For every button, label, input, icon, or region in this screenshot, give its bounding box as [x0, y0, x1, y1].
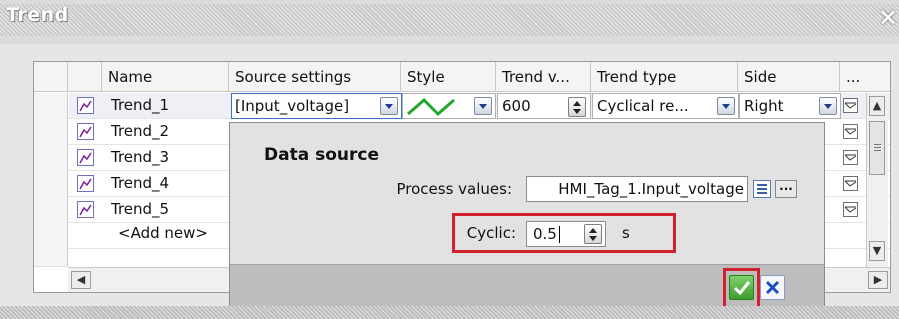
cyclic-input[interactable]: 0.5: [526, 221, 606, 247]
row-header-corner: [34, 62, 68, 92]
vertical-scrollbar[interactable]: ▲ ▼: [866, 93, 888, 267]
popup-footer: [230, 264, 824, 311]
trend-options-icon[interactable]: [843, 202, 858, 217]
cyclic-value: 0.5: [533, 225, 557, 243]
trend-type-combo[interactable]: Cyclical re...: [592, 93, 739, 119]
source-settings-value: [Input_voltage]: [235, 97, 350, 115]
side-value: Right: [744, 97, 784, 115]
process-values-label: Process values:: [396, 180, 512, 198]
trend-values-spinner[interactable]: 600: [497, 93, 591, 119]
cyclic-unit: s: [622, 224, 630, 242]
trend-type-value: Cyclical re...: [597, 97, 689, 115]
trend-name-cell[interactable]: Trend_2: [107, 119, 169, 144]
trend-options-icon[interactable]: [843, 124, 858, 139]
row-header-column: [34, 93, 68, 267]
text-cursor: [559, 226, 560, 243]
column-header-trend-values[interactable]: Trend v...: [496, 62, 591, 92]
column-header-trend-type[interactable]: Trend type: [591, 62, 738, 92]
spinner-icon[interactable]: [568, 97, 586, 117]
trend-icon: [77, 201, 94, 218]
titlebar-band: [0, 4, 899, 36]
column-header-more[interactable]: ...: [840, 62, 890, 92]
browse-icon[interactable]: ...: [775, 180, 797, 198]
scrollbar-thumb[interactable]: [869, 121, 885, 175]
column-header-source-settings[interactable]: Source settings: [229, 62, 401, 92]
trend-name-cell[interactable]: Trend_4: [107, 171, 169, 196]
process-values-value: HMI_Tag_1.Input_voltage: [558, 180, 744, 198]
dropdown-arrow-icon[interactable]: [717, 97, 735, 115]
side-combo[interactable]: Right: [739, 93, 841, 119]
trend-values-value: 600: [502, 97, 531, 115]
trend-icon: [77, 97, 94, 114]
spinner-icon[interactable]: [584, 224, 602, 244]
window-title: Trend: [6, 4, 69, 26]
close-icon[interactable]: ✕: [877, 0, 899, 36]
scroll-up-icon[interactable]: ▲: [869, 96, 885, 116]
trend-icon: [77, 149, 94, 166]
trend-name-cell[interactable]: Trend_5: [107, 197, 169, 222]
icon-column-header: [68, 62, 102, 92]
data-source-title: Data source: [264, 145, 379, 165]
trend-name-cell[interactable]: Trend_1: [107, 93, 169, 118]
trend-options-icon[interactable]: [843, 98, 858, 113]
data-source-popup: Data source Process values: HMI_Tag_1.In…: [229, 122, 825, 312]
column-header-style[interactable]: Style: [401, 62, 496, 92]
dropdown-arrow-icon[interactable]: [380, 97, 398, 115]
scroll-right-icon[interactable]: ▶: [868, 271, 888, 289]
cyclic-label: Cyclic:: [466, 224, 516, 242]
trend-options-icon[interactable]: [843, 176, 858, 191]
trend-options-icon[interactable]: [843, 150, 858, 165]
trend-name-cell[interactable]: Trend_3: [107, 145, 169, 170]
process-values-field[interactable]: HMI_Tag_1.Input_voltage: [526, 176, 748, 202]
add-new-row[interactable]: <Add new>: [114, 224, 208, 242]
window-titlebar: Trend ✕: [0, 0, 899, 44]
style-line-preview: [407, 97, 455, 117]
list-icon[interactable]: [753, 180, 771, 198]
trend-icon: [77, 175, 94, 192]
column-header-side[interactable]: Side: [738, 62, 840, 92]
bottom-status-strip: [0, 306, 899, 319]
style-combo[interactable]: [402, 93, 496, 119]
trend-icon: [77, 123, 94, 140]
column-header-name[interactable]: Name: [102, 62, 229, 92]
cancel-x-icon[interactable]: [760, 275, 785, 300]
dropdown-arrow-icon[interactable]: [474, 97, 492, 115]
dropdown-arrow-icon[interactable]: [819, 97, 837, 115]
scroll-down-icon[interactable]: ▼: [869, 241, 885, 261]
source-settings-combo[interactable]: [Input_voltage]: [231, 93, 402, 119]
scroll-left-icon[interactable]: ◀: [71, 271, 91, 289]
ok-check-icon[interactable]: [729, 275, 754, 300]
